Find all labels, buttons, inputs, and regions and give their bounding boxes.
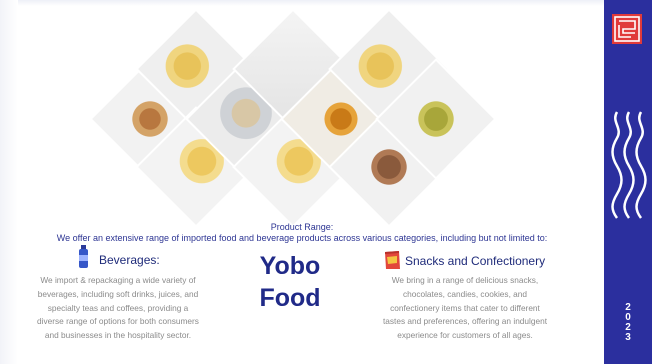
snacks-line: experience for customers of all ages. bbox=[397, 330, 533, 340]
snacks-line: We bring in a range of delicious snacks, bbox=[391, 275, 539, 285]
wave-lines-decoration bbox=[611, 111, 647, 219]
beverages-heading: Beverages: bbox=[99, 253, 160, 267]
bottle-icon bbox=[79, 245, 88, 268]
slide-top-shadow bbox=[18, 0, 604, 6]
product-range-subtitle: We offer an extensive range of imported … bbox=[56, 233, 548, 243]
maze-logo-icon bbox=[612, 14, 642, 44]
product-range-title: Product Range: bbox=[270, 222, 334, 232]
beverages-line: specialty teas and coffees, providing a bbox=[47, 303, 189, 313]
beverages-line: beverages, including soft drinks, juices… bbox=[37, 289, 199, 299]
snacks-line: confectionery items that cater to differ… bbox=[390, 303, 540, 313]
brand-name: Yobo Food bbox=[240, 250, 340, 314]
beverages-line: We import & repackaging a wide variety o… bbox=[40, 275, 196, 285]
snacks-line: chocolates, candies, cookies, and bbox=[402, 289, 528, 299]
year-digit: 3 bbox=[625, 332, 631, 343]
slide: Product Range: We offer an extensive ran… bbox=[0, 0, 604, 364]
brand-line-1: Yobo bbox=[259, 252, 321, 280]
food-photo-mosaic bbox=[89, 8, 497, 228]
sidebar-right-margin bbox=[652, 0, 666, 364]
snacks-heading: Snacks and Confectionery bbox=[405, 254, 546, 268]
slide-left-shadow bbox=[0, 0, 18, 364]
snacks-line: tastes and preferences, offering an indu… bbox=[382, 316, 548, 326]
chips-bag-icon bbox=[385, 251, 400, 269]
year-vertical: 2 0 2 3 bbox=[604, 303, 652, 343]
beverages-line: diverse range of options for both consum… bbox=[37, 316, 199, 326]
brand-line-2: Food bbox=[259, 284, 321, 312]
beverages-line: and businesses in the hospitality sector… bbox=[44, 330, 192, 340]
